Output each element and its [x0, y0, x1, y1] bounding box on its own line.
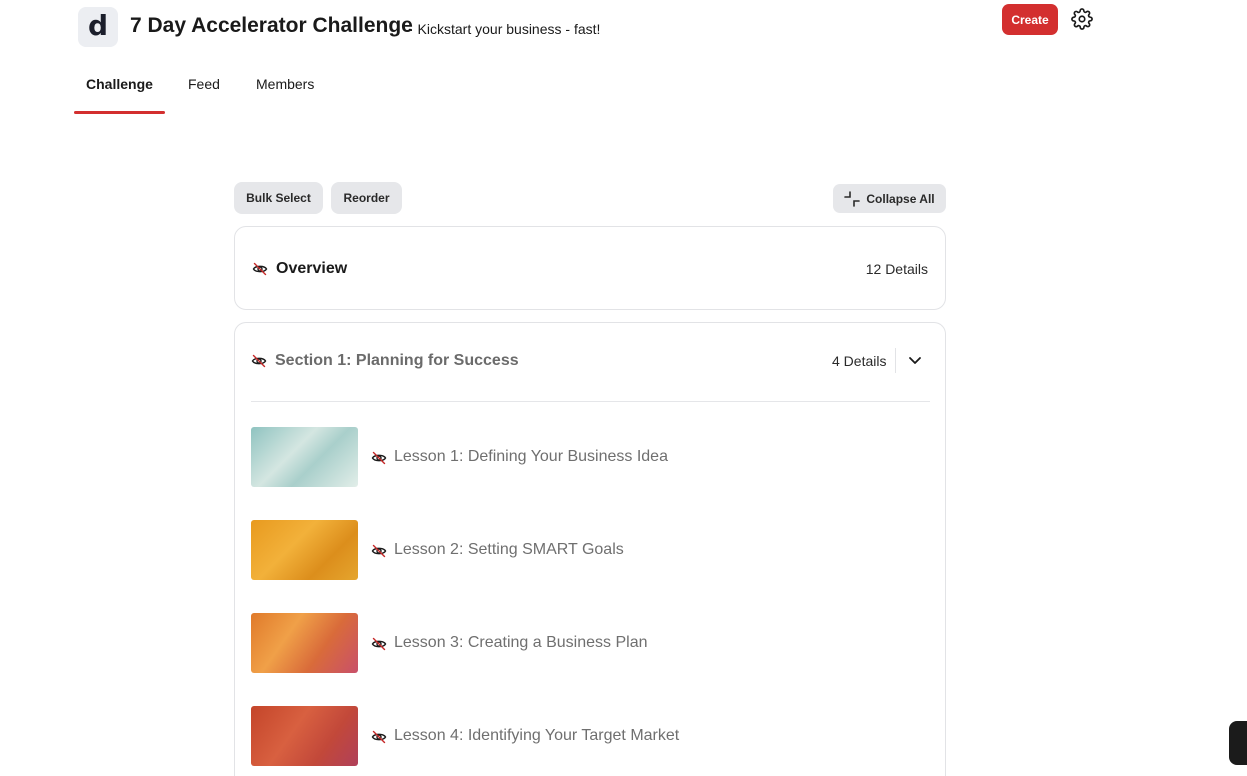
page-subtitle: · Kickstart your business - fast!: [409, 21, 601, 37]
section-card: Section 1: Planning for Success 4 Detail…: [234, 322, 946, 776]
create-button[interactable]: Create: [1002, 4, 1058, 35]
floating-chat-handle[interactable]: [1229, 721, 1247, 765]
lesson-title: Lesson 4: Identifying Your Target Market: [394, 727, 680, 744]
hidden-eye-icon: [251, 354, 267, 368]
collapse-icon: [844, 190, 861, 207]
tab-challenge[interactable]: Challenge: [86, 76, 153, 92]
gear-icon[interactable]: [1071, 8, 1093, 30]
lesson-title: Lesson 2: Setting SMART Goals: [394, 541, 624, 558]
lesson-title: Lesson 3: Creating a Business Plan: [394, 634, 648, 651]
lesson-thumbnail: [251, 613, 358, 673]
hidden-eye-icon: [371, 544, 387, 558]
tab-members[interactable]: Members: [256, 76, 314, 92]
section-divider: [251, 401, 930, 402]
lesson-thumbnail: [251, 427, 358, 487]
lesson-thumbnail: [251, 706, 358, 766]
overview-details-count: 12 Details: [865, 261, 928, 277]
lesson-item[interactable]: Lesson 3: Creating a Business Plan: [251, 613, 911, 673]
tab-feed[interactable]: Feed: [188, 76, 220, 92]
collapse-all-label: Collapse All: [866, 191, 935, 206]
reorder-button[interactable]: Reorder: [331, 182, 402, 214]
overview-title: Overview: [276, 260, 348, 277]
collapse-all-button[interactable]: Collapse All: [833, 184, 946, 213]
hidden-eye-icon: [371, 451, 387, 465]
section-header-divider: [895, 348, 896, 373]
hidden-eye-icon: [371, 730, 387, 744]
lesson-item[interactable]: Lesson 1: Defining Your Business Idea: [251, 427, 911, 487]
section-title[interactable]: Section 1: Planning for Success: [275, 352, 519, 370]
lesson-item[interactable]: Lesson 2: Setting SMART Goals: [251, 520, 911, 580]
hidden-eye-icon: [371, 637, 387, 651]
section-details-count: 4 Details: [832, 353, 887, 369]
chevron-down-icon[interactable]: [907, 352, 923, 368]
lesson-title: Lesson 1: Defining Your Business Idea: [394, 448, 668, 465]
challenge-logo: d: [78, 7, 118, 47]
page-title: 7 Day Accelerator Challenge: [130, 14, 413, 37]
lesson-item[interactable]: Lesson 4: Identifying Your Target Market: [251, 706, 911, 766]
bulk-select-button[interactable]: Bulk Select: [234, 182, 323, 214]
lesson-thumbnail: [251, 520, 358, 580]
overview-card[interactable]: Overview 12 Details: [234, 226, 946, 310]
hidden-eye-icon: [252, 262, 268, 276]
active-tab-indicator: [74, 111, 165, 114]
